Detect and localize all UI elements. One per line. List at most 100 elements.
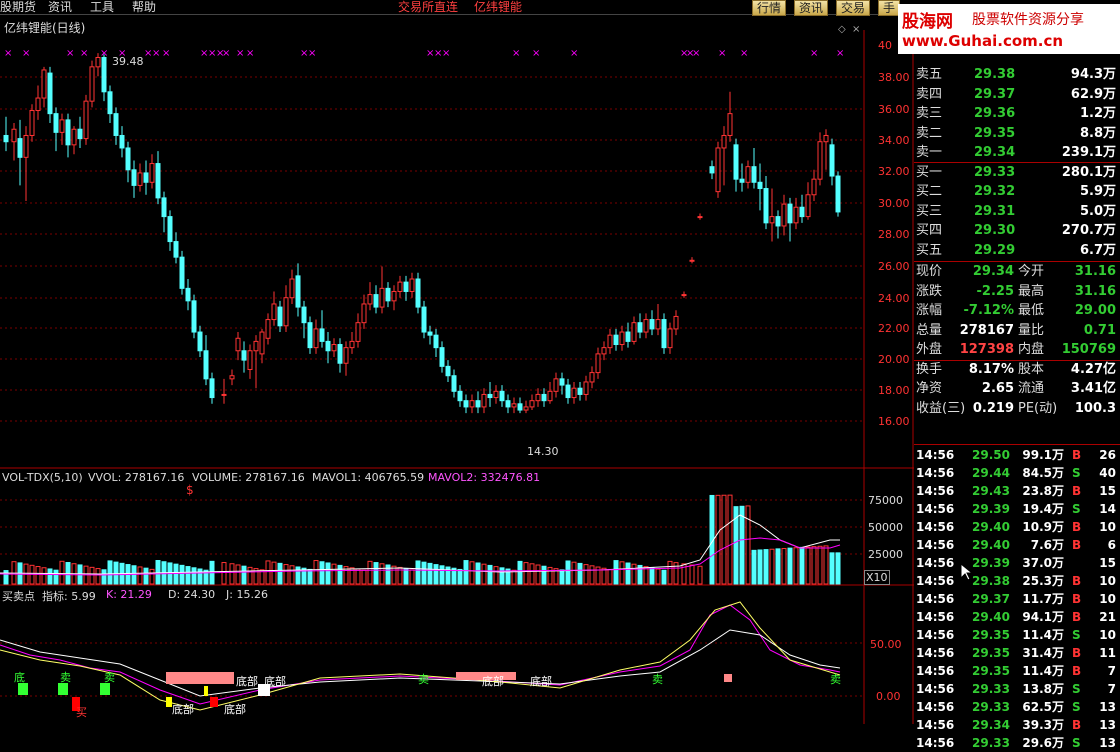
candle-body	[655, 319, 661, 330]
tick-time: 14:56	[916, 502, 955, 516]
candle-body	[203, 350, 209, 380]
stat-label: 净资	[916, 381, 943, 396]
indicator-k: K: 21.29	[106, 588, 152, 601]
signal-star: ×	[810, 48, 818, 59]
candle-body	[283, 297, 289, 327]
mavol1-value: MAVOL1: 406765.59	[312, 471, 425, 484]
collapse-icon[interactable]: ◇	[838, 24, 846, 35]
price-axis-label: 20.00	[878, 353, 910, 366]
signal-star: ×	[236, 48, 244, 59]
candle-body	[53, 113, 59, 133]
volume-bar	[95, 568, 101, 585]
tick-row: 14:56 29.33 29.6万 S 13	[914, 734, 1120, 752]
candle-body	[469, 400, 475, 408]
volume-bar	[185, 566, 191, 585]
order-row: 买三 29.31 5.0万	[914, 203, 1120, 221]
candle-body	[595, 353, 601, 374]
stat-label: 流通	[1018, 381, 1045, 396]
tick-volume: 11.7万	[1022, 592, 1064, 606]
candle-body	[77, 128, 83, 140]
tick-row: 14:56 29.37 11.7万 B 10	[914, 590, 1120, 608]
candle-body	[355, 322, 361, 342]
candle-body	[745, 166, 751, 183]
candle-body	[571, 387, 577, 399]
order-volume: 5.9万	[1079, 184, 1116, 199]
tick-price: 29.40	[972, 610, 1010, 624]
tick-time: 14:56	[916, 484, 955, 498]
tick-row: 14:56 29.44 84.5万 S 40	[914, 464, 1120, 482]
stat-value: 31.16	[1074, 283, 1116, 299]
candle-body	[101, 56, 107, 93]
price-axis-label: 16.00	[878, 415, 910, 428]
close-icon[interactable]: ×	[852, 24, 860, 35]
volume-bar	[247, 566, 253, 585]
tick-volume: 11.4万	[1022, 628, 1064, 642]
volume-bar	[155, 560, 161, 585]
tick-row: 14:56 29.35 11.4万 S 10	[914, 626, 1120, 644]
candle-body	[829, 144, 835, 177]
tick-side: B	[1072, 610, 1082, 624]
signal-star: ×	[80, 48, 88, 59]
ind-label-di: 底	[14, 671, 25, 684]
tick-count: 7	[1107, 682, 1116, 696]
volume-bar	[781, 547, 787, 585]
logo-text-1: 股海网	[902, 12, 953, 32]
tick-row: 14:56 29.43 23.8万 B 15	[914, 482, 1120, 500]
signal-star: ×	[442, 48, 450, 59]
candle-body	[143, 172, 149, 183]
volume-bar	[427, 562, 433, 585]
candle-body	[481, 393, 487, 408]
candle-body	[769, 216, 775, 224]
candle-body	[271, 303, 277, 321]
tick-row: 14:56 29.50 99.1万 B 26	[914, 446, 1120, 464]
price-axis-label: 38.00	[878, 71, 910, 84]
candle-body	[95, 56, 101, 68]
volume-bar	[179, 564, 185, 585]
candle-body	[35, 97, 41, 112]
candle-body	[787, 203, 793, 224]
volume-bar	[805, 546, 811, 585]
signal-star: ×	[692, 48, 700, 59]
tick-time: 14:56	[916, 574, 955, 588]
ind-label-bottom-1: 底部	[236, 675, 258, 688]
volume-bar	[607, 568, 613, 585]
candle-body	[799, 206, 805, 218]
volume-bar	[409, 569, 415, 585]
logo-text-1b: 股票软件资源分享	[972, 12, 1084, 28]
candle-body	[565, 384, 571, 399]
order-label: 买五	[916, 242, 943, 258]
chart-area[interactable]: 40 38.00 36.00 34.00 32.00 30.00 28.00 26.00 24.…	[0, 0, 914, 724]
candle-body	[577, 387, 583, 395]
volume-bar	[149, 568, 155, 585]
volume-bar	[271, 561, 277, 585]
stat-value: 4.27亿	[1070, 361, 1116, 377]
candle-body	[535, 393, 541, 402]
volume-bar	[283, 564, 289, 585]
candle-body	[29, 110, 35, 136]
tick-side: S	[1072, 502, 1081, 516]
order-label: 买三	[916, 203, 943, 219]
candle-body	[649, 319, 655, 330]
volume-bar	[757, 549, 763, 585]
candle-body	[331, 344, 337, 352]
tick-price: 29.50	[972, 448, 1010, 462]
stat-row: 涨跌 -2.25 最高 31.16	[914, 283, 1120, 301]
stat-row: 外盘 127398 内盘 150769	[914, 341, 1120, 359]
candle-body	[59, 119, 65, 133]
candle-body	[295, 275, 301, 308]
volume-bar	[289, 565, 295, 585]
volume-bar	[721, 494, 727, 585]
volume-bar	[487, 564, 493, 585]
volume-value: VOLUME: 278167.16	[192, 471, 305, 484]
volume-bar	[47, 568, 53, 585]
vol-axis-25000: 25000	[868, 548, 903, 561]
tick-side: B	[1072, 538, 1082, 552]
signal-star: ×	[66, 48, 74, 59]
volume-bar	[463, 560, 469, 585]
order-volume: 280.1万	[1061, 164, 1116, 180]
candle-body	[475, 400, 481, 408]
stat-value: 31.16	[1074, 264, 1116, 279]
stat-value: -2.25	[976, 283, 1014, 299]
volume-bar	[547, 566, 553, 585]
volume-bar	[649, 567, 655, 585]
